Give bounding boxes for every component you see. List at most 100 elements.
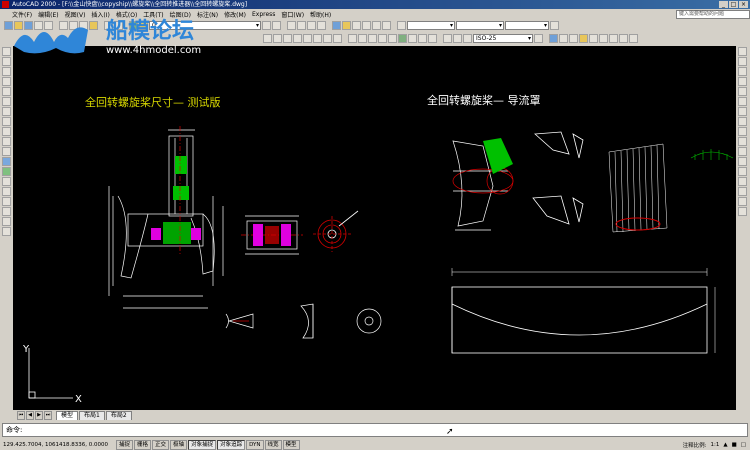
- space-icon[interactable]: [378, 33, 387, 43]
- hatch-icon[interactable]: [579, 33, 588, 43]
- make-current-icon[interactable]: [262, 20, 271, 30]
- jogged-icon[interactable]: [313, 33, 322, 43]
- lineweight-select[interactable]: [505, 20, 549, 30]
- zoom-window-icon[interactable]: [307, 20, 316, 30]
- jogged-linear-icon[interactable]: [428, 33, 437, 43]
- tab-prev-icon[interactable]: ◀: [26, 411, 34, 420]
- spline-icon[interactable]: [2, 127, 11, 136]
- clean-screen-icon[interactable]: □: [741, 442, 746, 448]
- multiline-text-icon[interactable]: [2, 227, 11, 236]
- tab-first-icon[interactable]: ⏮: [17, 411, 25, 420]
- table-side-icon[interactable]: [2, 217, 11, 226]
- explode-icon[interactable]: [738, 207, 747, 216]
- polar-toggle[interactable]: 极轴: [170, 439, 188, 450]
- tab-layout2[interactable]: 布局2: [105, 411, 132, 420]
- region-icon[interactable]: [609, 33, 618, 43]
- scale-icon[interactable]: [738, 117, 747, 126]
- angular-icon[interactable]: [333, 33, 342, 43]
- annotation-scale-value[interactable]: 1:1: [711, 442, 720, 448]
- bylayer-color-icon[interactable]: [397, 20, 406, 30]
- chamfer-icon[interactable]: [738, 187, 747, 196]
- aligned-dimension-icon[interactable]: [273, 33, 282, 43]
- zoom-realtime-icon[interactable]: [297, 20, 306, 30]
- rectangle-icon[interactable]: [2, 87, 11, 96]
- block-icon[interactable]: [589, 33, 598, 43]
- osnap-toggle[interactable]: 对象捕捉: [188, 439, 217, 450]
- design-center-icon[interactable]: [342, 20, 351, 30]
- break-at-point-icon[interactable]: [738, 157, 747, 166]
- tab-model[interactable]: 模型: [56, 411, 79, 420]
- gradient-icon[interactable]: [2, 197, 11, 206]
- properties-icon[interactable]: [332, 20, 341, 30]
- help-search-input[interactable]: 键入需要帮助的问题: [676, 9, 750, 19]
- color-select[interactable]: [407, 20, 455, 30]
- mtext-icon[interactable]: [629, 33, 638, 43]
- multileader-icon[interactable]: [569, 33, 578, 43]
- text-style-icon[interactable]: [549, 33, 558, 43]
- array-icon[interactable]: [738, 87, 747, 96]
- polyline-icon[interactable]: [2, 67, 11, 76]
- sheet-set-icon[interactable]: [362, 20, 371, 30]
- copy-object-icon[interactable]: [738, 57, 747, 66]
- move-icon[interactable]: [738, 97, 747, 106]
- radius-icon[interactable]: [303, 33, 312, 43]
- tab-layout1[interactable]: 布局1: [79, 411, 105, 420]
- extend-icon[interactable]: [738, 147, 747, 156]
- tool-palettes-icon[interactable]: [352, 20, 361, 30]
- otrack-toggle[interactable]: 对象追踪: [217, 439, 246, 450]
- trim-icon[interactable]: [738, 137, 747, 146]
- join-icon[interactable]: [738, 177, 747, 186]
- region-side-icon[interactable]: [2, 207, 11, 216]
- arc-length-icon[interactable]: [283, 33, 292, 43]
- menu-help[interactable]: 帮助(H): [310, 10, 331, 19]
- point-icon[interactable]: [2, 177, 11, 186]
- hatch-side-icon[interactable]: [2, 187, 11, 196]
- markup-icon[interactable]: [372, 20, 381, 30]
- ellipse-icon[interactable]: [2, 137, 11, 146]
- arc-icon[interactable]: [2, 97, 11, 106]
- dim-style-icon[interactable]: [534, 33, 543, 43]
- lock-icon[interactable]: ■: [732, 442, 737, 448]
- dyn-toggle[interactable]: DYN: [246, 439, 264, 450]
- mirror-icon[interactable]: [738, 67, 747, 76]
- insert-block-side-icon[interactable]: [2, 157, 11, 166]
- drawing-canvas[interactable]: 全回转螺旋桨尺寸— 测试版 全回转螺旋桨— 导流罩 Y X: [13, 46, 736, 410]
- fillet-icon[interactable]: [738, 197, 747, 206]
- rotate-icon[interactable]: [738, 107, 747, 116]
- offset-icon[interactable]: [738, 77, 747, 86]
- tolerance-icon[interactable]: [398, 33, 407, 43]
- autocad-app-icon[interactable]: [2, 1, 9, 8]
- menu-window[interactable]: 窗口(W): [281, 10, 304, 19]
- table-style-icon[interactable]: [559, 33, 568, 43]
- command-line[interactable]: 命令:: [2, 423, 748, 437]
- maximize-button[interactable]: □: [729, 1, 738, 8]
- baseline-icon[interactable]: [358, 33, 367, 43]
- polygon-icon[interactable]: [2, 77, 11, 86]
- break-object-icon[interactable]: [738, 167, 747, 176]
- revision-cloud-icon[interactable]: [2, 117, 11, 126]
- tab-last-icon[interactable]: ⏭: [44, 411, 52, 420]
- linetype-select[interactable]: [456, 20, 504, 30]
- calculator-icon[interactable]: [382, 20, 391, 30]
- ellipse-arc-icon[interactable]: [2, 147, 11, 156]
- grid-toggle[interactable]: 栅格: [134, 439, 152, 450]
- diameter-icon[interactable]: [323, 33, 332, 43]
- plot-style-icon[interactable]: [550, 20, 559, 30]
- continue-icon[interactable]: [368, 33, 377, 43]
- layer-previous-icon[interactable]: [272, 20, 281, 30]
- inspection-icon[interactable]: [418, 33, 427, 43]
- lineweight-toggle[interactable]: 线宽: [264, 439, 282, 450]
- circle-icon[interactable]: [2, 107, 11, 116]
- model-toggle[interactable]: 模型: [282, 439, 300, 450]
- close-button[interactable]: ×: [739, 1, 748, 8]
- dim-update-icon[interactable]: [463, 33, 472, 43]
- table-icon[interactable]: [619, 33, 628, 43]
- pan-icon[interactable]: [287, 20, 296, 30]
- make-block-icon[interactable]: [2, 167, 11, 176]
- menu-express[interactable]: Express: [252, 11, 275, 18]
- break-icon[interactable]: [388, 33, 397, 43]
- linear-dimension-icon[interactable]: [263, 33, 272, 43]
- insert-block-icon[interactable]: [599, 33, 608, 43]
- ordinate-icon[interactable]: [293, 33, 302, 43]
- dim-text-edit-icon[interactable]: [453, 33, 462, 43]
